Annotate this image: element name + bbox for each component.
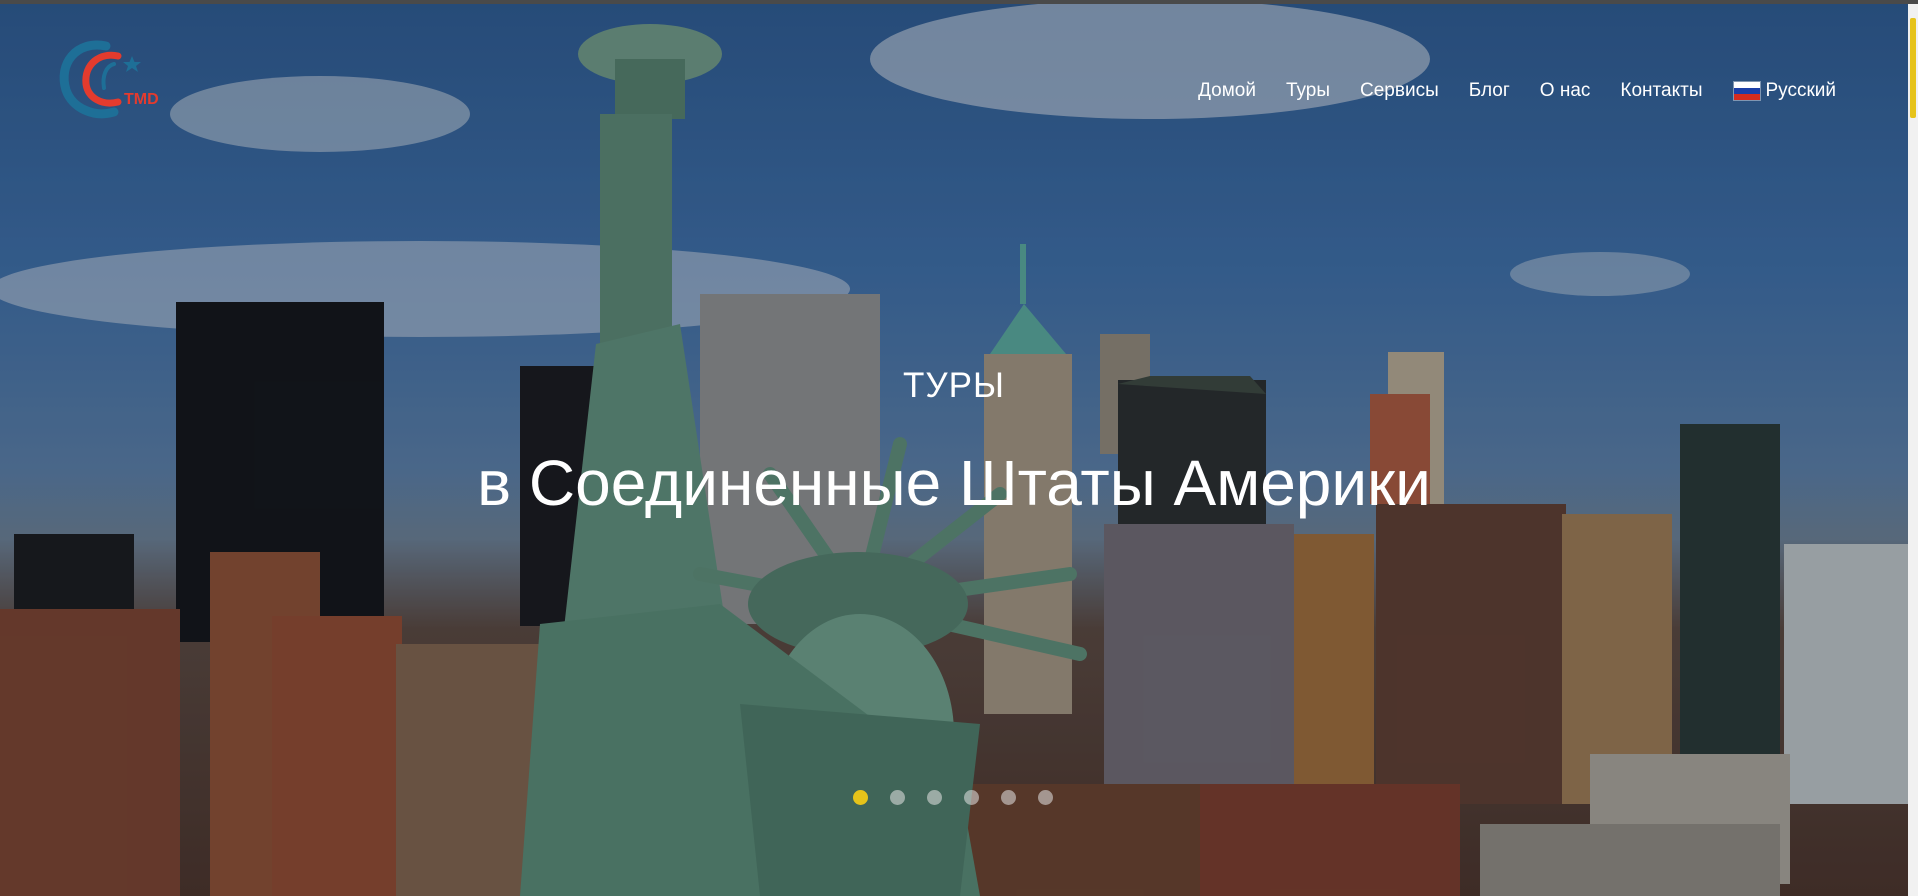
slider-dot-2[interactable]	[890, 790, 905, 805]
main-navigation: Домой Туры Сервисы Блог О нас Контакты Р…	[1198, 80, 1836, 102]
slider-dot-1[interactable]	[853, 790, 868, 805]
slider-dot-4[interactable]	[964, 790, 979, 805]
hero-kicker: ТУРЫ	[903, 366, 1005, 405]
slider-dot-5[interactable]	[1001, 790, 1016, 805]
scrollbar-thumb[interactable]	[1910, 18, 1916, 118]
russia-flag-icon	[1732, 81, 1761, 101]
nav-item-services[interactable]: Сервисы	[1360, 80, 1439, 102]
nav-item-home[interactable]: Домой	[1198, 80, 1256, 102]
nav-item-contacts[interactable]: Контакты	[1620, 80, 1702, 102]
logo-icon[interactable]: TMD	[54, 34, 169, 124]
page-scrollbar[interactable]	[1908, 4, 1918, 896]
slider-dot-3[interactable]	[927, 790, 942, 805]
nav-item-blog[interactable]: Блог	[1469, 80, 1510, 102]
language-selector[interactable]: Русский	[1732, 80, 1837, 102]
slider-pagination	[853, 790, 1053, 805]
hero-slider: TMD Домой Туры Сервисы Блог О нас Контак…	[0, 4, 1908, 896]
nav-item-tours[interactable]: Туры	[1286, 80, 1330, 102]
nav-item-about[interactable]: О нас	[1540, 80, 1591, 102]
hero-headline: в Соединенные Штаты Америки	[477, 447, 1431, 519]
language-label: Русский	[1765, 80, 1837, 101]
svg-text:TMD: TMD	[124, 91, 159, 108]
slider-dot-6[interactable]	[1038, 790, 1053, 805]
